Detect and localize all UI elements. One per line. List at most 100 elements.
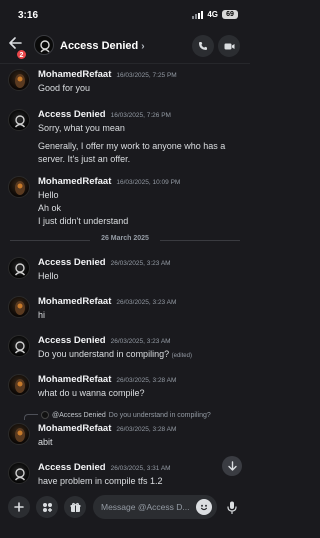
attach-button[interactable]: [8, 496, 30, 518]
message-text: Sorry, what you mean Generally, I offer …: [38, 122, 243, 166]
message-text: Hello Ah ok I just didn't understand: [38, 189, 243, 228]
message-line: Generally, I offer my work to anyone who…: [38, 141, 226, 164]
username[interactable]: Access Denied: [38, 335, 106, 346]
microphone-icon: [227, 501, 237, 514]
reply-preview: Do you understand in compiling?: [108, 411, 211, 419]
timestamp: 26/03/2025, 3:23 AM: [110, 260, 171, 267]
message-header: MohamedRefaat 16/03/2025, 10:09 PM: [38, 176, 180, 187]
chevron-right-icon: ›: [141, 40, 145, 52]
message-line: abit: [38, 437, 53, 447]
message-text: abit: [38, 436, 243, 449]
message-text: Do you understand in compiling? (edited): [38, 348, 243, 363]
timestamp: 16/03/2025, 7:26 PM: [110, 112, 171, 119]
avatar[interactable]: [8, 109, 30, 131]
network-label: 4G: [207, 10, 218, 19]
message-text: Hello: [38, 270, 243, 283]
timestamp: 26/03/2025, 3:31 AM: [110, 465, 171, 472]
apps-icon: [42, 502, 52, 512]
call-button[interactable]: [192, 35, 214, 57]
username[interactable]: Access Denied: [38, 257, 106, 268]
user-avatar-icon: [15, 74, 25, 88]
avatar[interactable]: [8, 335, 30, 357]
avatar[interactable]: [8, 296, 30, 318]
avatar[interactable]: [8, 423, 30, 445]
avatar[interactable]: [8, 374, 30, 396]
reply-avatar: [41, 411, 49, 419]
channel-name: Access Denied: [60, 40, 139, 52]
avatar[interactable]: [8, 257, 30, 279]
user-avatar-icon: [14, 468, 26, 481]
message-header: MohamedRefaat 26/03/2025, 3:28 AM: [38, 374, 176, 385]
battery-icon: 69: [222, 10, 238, 19]
status-time: 3:16: [18, 10, 39, 21]
message-line: I just didn't understand: [38, 216, 129, 226]
message-line: Sorry, what you mean: [38, 123, 125, 133]
message-header: MohamedRefaat 16/03/2025, 7:25 PM: [38, 69, 177, 80]
plus-icon: [14, 502, 24, 512]
chat-header: 2 Access Denied ›: [0, 28, 250, 64]
status-bar: 3:16 4G 69: [0, 0, 250, 28]
message-header: Access Denied 26/03/2025, 3:31 AM: [38, 462, 171, 473]
voice-message-button[interactable]: [221, 496, 243, 518]
reply-username: @Access Denied: [52, 411, 106, 419]
avatar[interactable]: [8, 462, 30, 484]
message-line: Hello: [38, 190, 59, 200]
message-list[interactable]: MohamedRefaat 16/03/2025, 7:25 PM Good f…: [0, 65, 250, 490]
message-line: Hello: [38, 271, 59, 281]
scroll-to-bottom-button[interactable]: [222, 456, 242, 476]
message-line: Good for you: [38, 83, 91, 93]
user-avatar-icon: [15, 379, 25, 393]
emoji-icon: [200, 504, 208, 511]
username[interactable]: Access Denied: [38, 462, 106, 473]
gift-button[interactable]: [64, 496, 86, 518]
message-line: have problem in compile tfs 1.2: [38, 476, 163, 486]
message-header: MohamedRefaat 26/03/2025, 3:23 AM: [38, 296, 176, 307]
avatar[interactable]: [34, 35, 54, 55]
username[interactable]: MohamedRefaat: [38, 176, 111, 187]
access-denied-logo-icon: [40, 40, 50, 53]
timestamp: 26/03/2025, 3:23 AM: [116, 299, 177, 306]
message-text: have problem in compile tfs 1.2: [38, 475, 243, 488]
message-header: Access Denied 16/03/2025, 7:26 PM: [38, 109, 171, 120]
message-line: hi: [38, 310, 46, 320]
dm-screen: 3:16 4G 69 2 Access Denied › MohamedRefa…: [0, 0, 250, 538]
user-avatar-icon: [14, 341, 26, 354]
username[interactable]: MohamedRefaat: [38, 374, 111, 385]
reply-reference[interactable]: @Access Denied Do you understand in comp…: [24, 410, 211, 420]
avatar[interactable]: [8, 176, 30, 198]
date-separator: 26 March 2025: [0, 235, 250, 245]
video-camera-icon: [224, 43, 234, 49]
username[interactable]: MohamedRefaat: [38, 296, 111, 307]
user-avatar-icon: [15, 181, 25, 195]
message-line: Ah ok: [38, 203, 62, 213]
signal-icon: [192, 10, 204, 19]
emoji-button[interactable]: [196, 499, 212, 515]
avatar[interactable]: [8, 69, 30, 91]
message-line: Do you understand in compiling? (edited): [38, 349, 192, 359]
username[interactable]: MohamedRefaat: [38, 69, 111, 80]
phone-icon: [199, 42, 207, 50]
timestamp: 26/03/2025, 3:23 AM: [110, 338, 171, 345]
message-header: Access Denied 26/03/2025, 3:23 AM: [38, 335, 171, 346]
user-avatar-icon: [15, 428, 25, 442]
video-button[interactable]: [218, 35, 240, 57]
user-avatar-icon: [14, 115, 26, 128]
arrow-left-icon: [9, 37, 22, 49]
timestamp: 16/03/2025, 10:09 PM: [116, 179, 181, 186]
user-avatar-icon: [15, 301, 25, 315]
message-composer: [0, 490, 250, 538]
unread-badge: 2: [16, 49, 27, 60]
arrow-down-icon: [227, 461, 237, 471]
username[interactable]: Access Denied: [38, 109, 106, 120]
apps-button[interactable]: [36, 496, 58, 518]
timestamp: 16/03/2025, 7:25 PM: [116, 72, 177, 79]
message-header: MohamedRefaat 26/03/2025, 3:28 AM: [38, 423, 176, 434]
channel-title[interactable]: Access Denied ›: [60, 40, 145, 52]
timestamp: 26/03/2025, 3:28 AM: [116, 426, 177, 433]
timestamp: 26/03/2025, 3:28 AM: [116, 377, 177, 384]
edited-label: (edited): [171, 353, 192, 359]
back-button[interactable]: 2: [6, 34, 27, 60]
gift-icon: [70, 502, 80, 512]
message-text: what do u wanna compile?: [38, 387, 243, 400]
username[interactable]: MohamedRefaat: [38, 423, 111, 434]
